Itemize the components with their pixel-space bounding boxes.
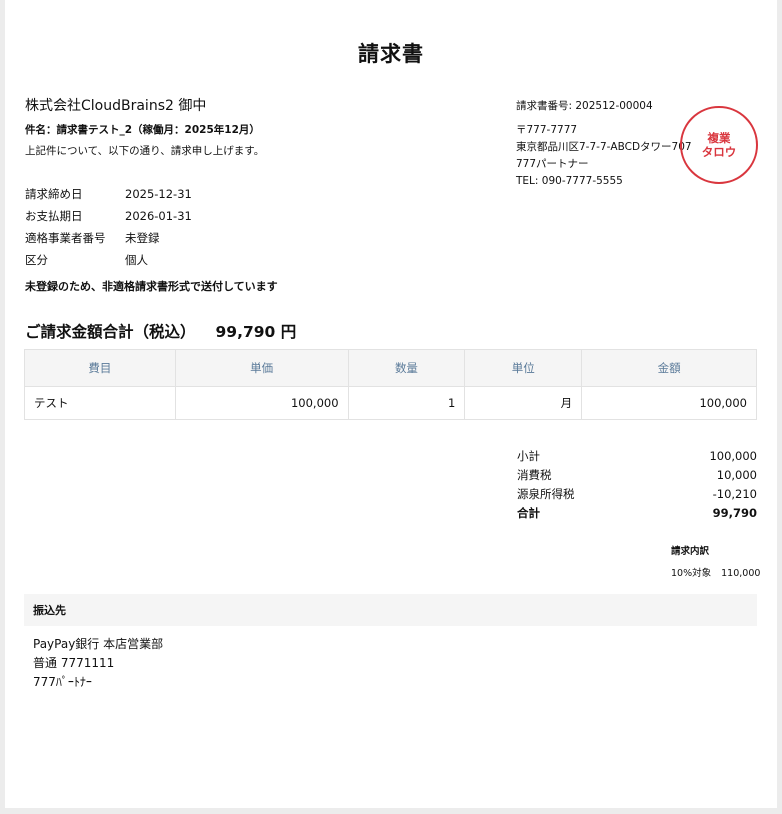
meta-value: 2025-12-31 [125,187,192,201]
summary-value: 99,790 [712,505,757,520]
meta-row-registration-number: 適格事業者番号 未登録 [25,227,192,249]
bank-account: 普通 7771111 [33,656,115,670]
invoice-meta: 請求締め日 2025-12-31 お支払期日 2026-01-31 適格事業者番… [25,183,192,271]
breakdown-title: 請求内訳 [671,546,710,557]
issuer-name: 777パートナー [516,158,589,170]
meta-label: お支払期日 [25,209,83,223]
grand-total-label: ご請求金額合計（税込） [25,323,196,341]
non-qualified-notice: 未登録のため、非適格請求書形式で送付しています [25,280,278,293]
issuer-postal: 〒777-7777 [516,124,578,136]
breakdown-row: 10%対象 110,000 [671,565,760,579]
meta-label: 区分 [25,253,48,267]
column-header: 数量 [347,349,466,387]
bank-section-header: 振込先 [24,594,757,626]
meta-value: 個人 [125,253,148,267]
cell-unit: 月 [464,386,583,420]
bank-name: PayPay銀行 本店営業部 [33,637,164,651]
totals-summary: 小計 100,000 消費税 10,000 源泉所得税 -10,210 合計 9… [517,446,757,522]
meta-label: 適格事業者番号 [25,231,106,245]
issuer-tel: TEL: 090-7777-5555 [516,175,623,187]
summary-row-total: 合計 99,790 [517,503,757,522]
grand-total-line: ご請求金額合計（税込） 99,790 円 [25,320,296,342]
column-header: 費目 [24,349,176,387]
meta-label: 請求締め日 [25,187,83,201]
cell-amount: 100,000 [581,386,757,420]
stamp-line-2: タロウ [701,145,737,159]
column-header: 金額 [581,349,757,387]
intro-text: 上記件について、以下の通り、請求申し上げます。 [25,145,265,157]
table-header-row: 費目 単価 数量 単位 金額 [24,349,757,387]
grand-total-amount: 99,790 円 [215,323,297,341]
issuer-block: 請求書番号: 202512-00004 〒777-7777 東京都品川区7-7-… [516,98,692,190]
seal-stamp: 複業 タロウ [680,106,758,184]
breakdown-amount: 110,000 [721,568,761,579]
summary-row-withholding: 源泉所得税 -10,210 [517,484,757,503]
breakdown-rate: 10%対象 [671,568,712,579]
summary-row-subtotal: 小計 100,000 [517,446,757,465]
summary-label: 源泉所得税 [517,486,575,501]
cell-unit-price: 100,000 [174,386,349,420]
summary-label: 小計 [517,448,540,463]
summary-label: 合計 [517,505,540,520]
line-items-table: 費目 単価 数量 単位 金額 テスト 100,000 1 月 100,000 [24,349,757,420]
column-header: 単位 [464,349,583,387]
meta-value: 2026-01-31 [125,209,192,223]
subject-line: 件名：請求書テスト_2（稼働月：2025年12月） [25,124,260,136]
column-header: 単価 [174,349,349,387]
summary-row-tax: 消費税 10,000 [517,465,757,484]
summary-value: 10,000 [716,467,757,482]
meta-row-due-date: お支払期日 2026-01-31 [25,205,192,227]
cell-item: テスト [24,386,176,420]
meta-row-closing-date: 請求締め日 2025-12-31 [25,183,192,205]
cell-quantity: 1 [347,386,466,420]
meta-value: 未登録 [125,231,160,245]
meta-row-category: 区分 個人 [25,249,192,271]
stamp-line-1: 複業 [707,131,731,145]
invoice-page: 請求書 株式会社CloudBrains2 御中 件名：請求書テスト_2（稼働月：… [5,0,777,808]
document-title: 請求書 [358,42,424,66]
bank-details: PayPay銀行 本店営業部 普通 7771111 777ﾊﾟｰﾄﾅｰ [33,635,163,692]
issuer-address: 東京都品川区7-7-7-ABCDタワー707 [516,141,692,153]
client-name: 株式会社CloudBrains2 御中 [25,98,207,114]
summary-label: 消費税 [517,467,552,482]
table-row: テスト 100,000 1 月 100,000 [24,386,757,420]
bank-holder: 777ﾊﾟｰﾄﾅｰ [33,675,92,689]
summary-value: -10,210 [712,486,757,501]
summary-value: 100,000 [709,448,757,463]
bank-heading: 振込先 [33,604,66,617]
invoice-number: 請求書番号: 202512-00004 [516,100,653,112]
